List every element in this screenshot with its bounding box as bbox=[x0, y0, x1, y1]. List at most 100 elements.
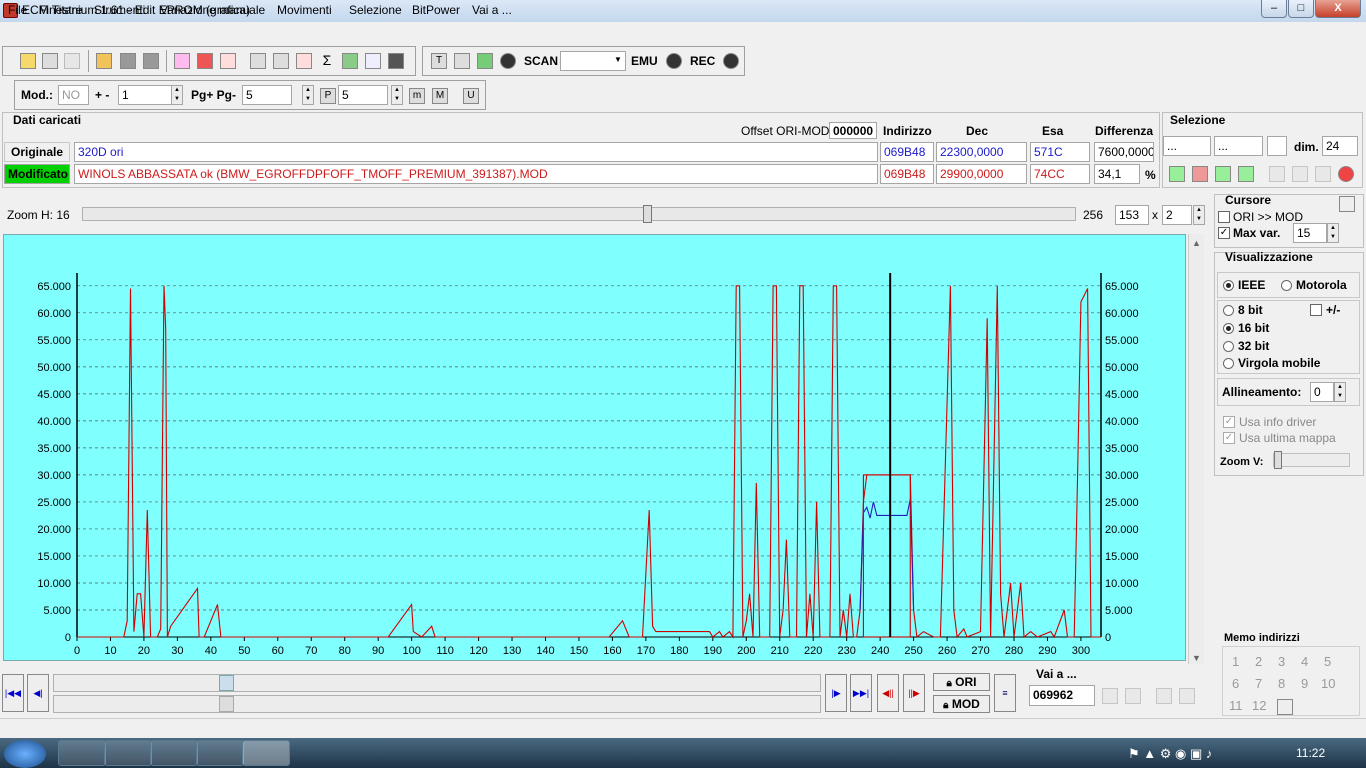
ori-button[interactable]: 🔒︎ ORI bbox=[933, 673, 990, 691]
prev-page-button[interactable]: ◀| bbox=[27, 674, 49, 712]
mod-button[interactable]: 🔒︎ MOD bbox=[933, 695, 990, 713]
text-icon[interactable]: T bbox=[431, 53, 447, 69]
memo-notes-icon[interactable] bbox=[1277, 699, 1293, 715]
swap-selection-icon[interactable] bbox=[1315, 166, 1331, 182]
motorola-radio[interactable] bbox=[1281, 280, 1292, 291]
menu-variazione-manuale[interactable]: Variazione manuale bbox=[160, 3, 265, 17]
memo-slot[interactable]: 9 bbox=[1301, 676, 1308, 691]
save-icon[interactable] bbox=[120, 53, 136, 69]
forward-arrow-icon[interactable] bbox=[1179, 688, 1195, 704]
memo-slot[interactable]: 2 bbox=[1255, 654, 1262, 669]
switch-view-button[interactable]: ≡ bbox=[994, 674, 1016, 712]
select-equal-icon[interactable] bbox=[1238, 166, 1254, 182]
zoom-mult-spinner[interactable]: ▲ ▼ bbox=[1193, 205, 1205, 225]
mod-value-field[interactable]: NO bbox=[58, 85, 89, 105]
ieee-radio[interactable] bbox=[1223, 280, 1234, 291]
dim-field[interactable]: 24 bbox=[1322, 136, 1358, 156]
graph-vertical-scrollbar[interactable] bbox=[1188, 234, 1204, 664]
table-icon[interactable] bbox=[273, 53, 289, 69]
offset-field[interactable]: 000000 bbox=[829, 122, 877, 139]
menu-finestre[interactable]: Finestre bbox=[39, 3, 82, 17]
prev-diff-button[interactable]: ◀|| bbox=[877, 674, 899, 712]
ori-scroll-thumb[interactable] bbox=[219, 675, 234, 691]
step-field[interactable]: 1 bbox=[118, 85, 172, 105]
menu-bitpower[interactable]: BitPower bbox=[412, 3, 460, 17]
zoom-mult-field[interactable]: 2 bbox=[1162, 205, 1192, 225]
memo-slot[interactable]: 7 bbox=[1255, 676, 1262, 691]
zoom-v-thumb[interactable] bbox=[1274, 451, 1282, 469]
run-icon[interactable] bbox=[477, 53, 493, 69]
paste-icon[interactable] bbox=[64, 53, 80, 69]
start-button[interactable] bbox=[4, 740, 46, 768]
close-button[interactable]: X bbox=[1315, 0, 1361, 18]
memo-slot[interactable]: 5 bbox=[1324, 654, 1331, 669]
graph-area[interactable]: 0 0 5.000 5.000 10.000 10.000 15.000 15.000 20.0… bbox=[3, 234, 1186, 661]
selection-extra-field[interactable] bbox=[1267, 136, 1287, 156]
graph-edit-icon[interactable] bbox=[296, 53, 312, 69]
scroll-down-icon[interactable]: ▼ bbox=[1192, 653, 1201, 663]
m-lower-icon[interactable]: m bbox=[409, 88, 425, 104]
page-field[interactable]: 5 bbox=[242, 85, 292, 105]
ori-scrollbar[interactable] bbox=[53, 674, 821, 692]
p-spinner[interactable]: ▲ ▼ bbox=[391, 85, 403, 105]
taskbar-ecm-button[interactable] bbox=[242, 740, 290, 766]
zero-icon[interactable] bbox=[220, 53, 236, 69]
taskbar-browser-button[interactable] bbox=[58, 740, 106, 766]
p-field[interactable]: 5 bbox=[338, 85, 388, 105]
checklist-icon[interactable] bbox=[174, 53, 190, 69]
dump-icon[interactable] bbox=[250, 53, 266, 69]
memo-slot[interactable]: 4 bbox=[1301, 654, 1308, 669]
signed-checkbox[interactable] bbox=[1310, 304, 1322, 316]
select-all-icon[interactable] bbox=[1169, 166, 1185, 182]
alignment-field[interactable]: 0 bbox=[1310, 382, 1334, 402]
zoom-value-field[interactable]: 153 bbox=[1115, 205, 1149, 225]
goto-right-icon[interactable] bbox=[1125, 688, 1141, 704]
ori-mod-checkbox[interactable] bbox=[1218, 211, 1230, 223]
memo-slot[interactable]: 6 bbox=[1232, 676, 1239, 691]
cursor-lock-icon[interactable] bbox=[1339, 196, 1355, 212]
next-diff-button[interactable]: ||▶ bbox=[903, 674, 925, 712]
scroll-up-icon[interactable]: ▲ bbox=[1192, 238, 1201, 248]
minimize-button[interactable]: – bbox=[1261, 0, 1287, 18]
emu-button[interactable] bbox=[666, 53, 682, 69]
16bit-radio[interactable] bbox=[1223, 323, 1234, 334]
taskbar-app-button[interactable] bbox=[150, 740, 198, 766]
record-dot-icon[interactable] bbox=[500, 53, 516, 69]
eprom-graph[interactable]: 0 05.000 5.00010.000 10.00015.000 15.00020.0… bbox=[4, 235, 1185, 660]
zoom-v-slider[interactable] bbox=[1273, 453, 1350, 467]
step-spinner[interactable]: ▲ ▼ bbox=[171, 85, 183, 105]
mod-scroll-thumb[interactable] bbox=[219, 696, 234, 712]
goto-address-field[interactable]: 069962 bbox=[1029, 685, 1095, 706]
menu-strumenti[interactable]: Strumenti bbox=[94, 3, 145, 17]
max-var-spinner[interactable]: ▲ ▼ bbox=[1327, 223, 1339, 243]
memo-slot[interactable]: 12 bbox=[1252, 698, 1266, 713]
p-icon[interactable]: P bbox=[320, 88, 336, 104]
menu-vai-a[interactable]: Vai a ... bbox=[472, 3, 512, 17]
back-arrow-icon[interactable] bbox=[1156, 688, 1172, 704]
m-upper-icon[interactable]: M bbox=[432, 88, 448, 104]
3d-view-icon[interactable] bbox=[342, 53, 358, 69]
select-add-icon[interactable] bbox=[1215, 166, 1231, 182]
memo-slot[interactable]: 11 bbox=[1229, 698, 1243, 713]
copy-selection-icon[interactable] bbox=[1269, 166, 1285, 182]
taskbar-media-button[interactable] bbox=[104, 740, 152, 766]
menu-selezione[interactable]: Selezione bbox=[349, 3, 402, 17]
select-cancel-icon[interactable] bbox=[1192, 166, 1208, 182]
alignment-spinner[interactable]: ▲ ▼ bbox=[1334, 382, 1346, 402]
paste-selection-icon[interactable] bbox=[1292, 166, 1308, 182]
max-var-field[interactable]: 15 bbox=[1293, 223, 1327, 243]
last-page-button[interactable]: ▶▶| bbox=[850, 674, 872, 712]
zoom-h-slider[interactable] bbox=[82, 207, 1076, 221]
open-folder-icon[interactable] bbox=[96, 53, 112, 69]
memo-slot[interactable]: 1 bbox=[1232, 654, 1239, 669]
float-radio[interactable] bbox=[1223, 358, 1234, 369]
first-page-button[interactable]: |◀◀ bbox=[2, 674, 24, 712]
mod-scrollbar[interactable] bbox=[53, 695, 821, 713]
menu-file[interactable]: File bbox=[8, 3, 27, 17]
goto-left-icon[interactable] bbox=[1102, 688, 1118, 704]
next-page-button[interactable]: |▶ bbox=[825, 674, 847, 712]
max-var-checkbox[interactable]: ✓ bbox=[1218, 227, 1230, 239]
last-map-checkbox[interactable]: ✓ bbox=[1223, 432, 1235, 444]
selection-start-field[interactable]: ... bbox=[1163, 136, 1211, 156]
clock[interactable]: 11:22 bbox=[1296, 746, 1325, 760]
